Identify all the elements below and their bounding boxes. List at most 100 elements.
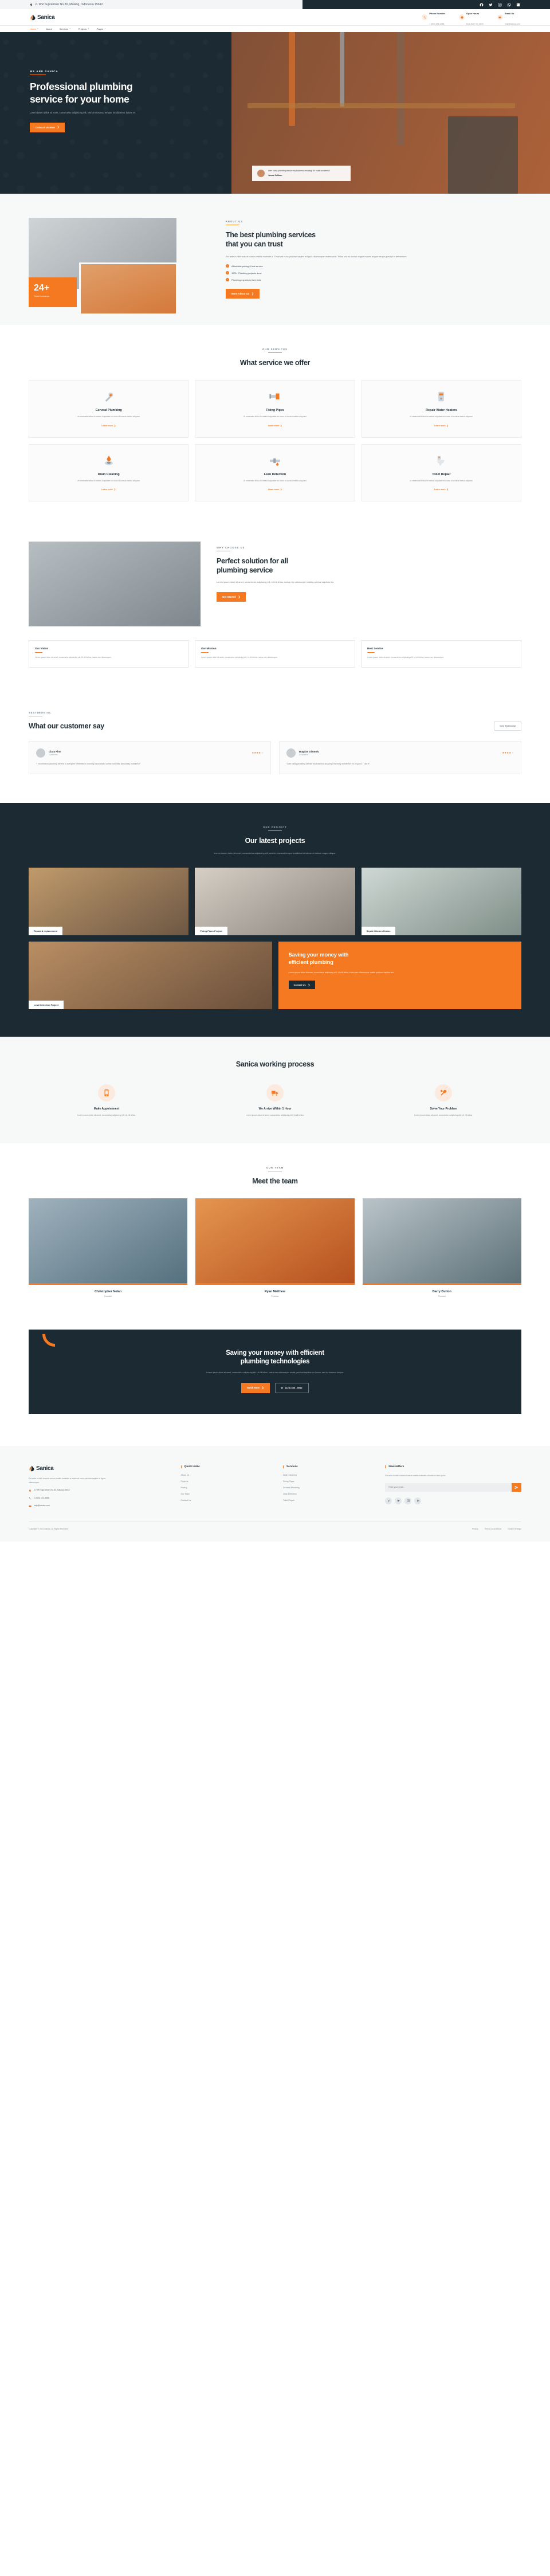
footer-legal-link[interactable]: Cookie Settings <box>508 1528 521 1530</box>
service-card[interactable]: Fixing Pipes Ut venenatis tellus in metu… <box>195 380 355 438</box>
footer-link[interactable]: Contact Us <box>181 1499 272 1501</box>
hero-title: Professional plumbing service for your h… <box>30 80 231 105</box>
member-role: Plumber <box>438 1295 446 1297</box>
step-title: Make Appointment <box>93 1107 120 1111</box>
button-label: (123) 456 - 8912 <box>285 1386 302 1390</box>
service-card[interactable]: General Plumbing Ut venenatis tellus in … <box>29 380 189 438</box>
service-learn-more-link[interactable]: Learn more ❯ <box>101 425 116 427</box>
hero-eyebrow: WE ARE SANICA <box>30 70 58 73</box>
divider <box>201 652 209 653</box>
about-cta-button[interactable]: More About Us ❯ <box>226 289 260 299</box>
footer-link[interactable]: Our Team <box>181 1493 272 1495</box>
footer-link[interactable]: Leak Detection <box>283 1493 374 1495</box>
header-contact-phone[interactable]: Phone Number 1 (800) 898-1288 <box>422 7 445 28</box>
whatsapp-icon[interactable] <box>507 3 511 7</box>
about-eyebrow: ABOUT US <box>226 220 243 223</box>
project-card[interactable]: Repair Kitchen Drains <box>361 868 521 936</box>
avatar <box>257 170 265 177</box>
twitter-icon[interactable] <box>395 1497 402 1504</box>
team-title: Meet the team <box>252 1177 298 1185</box>
toilet-icon <box>370 454 513 468</box>
customer-name: Clara Finn <box>49 750 61 753</box>
nav-label: Services <box>59 28 69 30</box>
card-text: Lorem ipsum dolor sit amet, consectetur … <box>367 656 444 658</box>
project-card[interactable]: Fixing Pipes Project <box>195 868 355 936</box>
droplet-logo-icon <box>29 1465 34 1472</box>
why-cta-button[interactable]: Get Started ❯ <box>217 592 246 602</box>
process-steps: Make Appointment Lorem ipsum dolor sit a… <box>29 1084 521 1117</box>
service-learn-more-link[interactable]: Learn more ❯ <box>434 425 449 427</box>
site-footer: Sanica Est ante in nibh mauris cursus ma… <box>0 1445 550 1542</box>
footer-link[interactable]: Toilet Repair <box>283 1499 374 1501</box>
phone-text: 1 (800) 123-8888 <box>34 1496 49 1499</box>
instagram-icon[interactable] <box>404 1497 412 1504</box>
project-card[interactable]: Repair & replacement <box>29 868 189 936</box>
service-learn-more-link[interactable]: Learn more ❯ <box>434 488 449 491</box>
footer-link[interactable]: Drain Cleaning <box>283 1474 374 1476</box>
footer-address: Jl. WR Supratman No.80, Malang 15612 <box>29 1489 170 1492</box>
projects-grid: Repair & replacement Fixing Pipes Projec… <box>29 868 521 936</box>
newsletter-email-input[interactable] <box>385 1486 512 1488</box>
star-rating: ★★★★ ★ <box>252 751 264 754</box>
header-contact-hours[interactable]: Open Hours Mon-Sat 7:00-19:00 <box>459 7 484 28</box>
facebook-icon[interactable] <box>385 1497 392 1504</box>
about-title: The best plumbing services that you can … <box>226 230 521 249</box>
project-card[interactable]: Leak Detection Project <box>29 942 272 1010</box>
footer-link[interactable]: About Us <box>181 1474 272 1476</box>
address-text: Jl. WR Supratman No.80, Malang, Indonesi… <box>35 3 103 6</box>
service-card[interactable]: Repair Water Heaters Ut venenatis tellus… <box>361 380 521 438</box>
footer-brand-logo[interactable]: Sanica <box>29 1465 170 1472</box>
newsletter-submit-button[interactable] <box>511 1483 521 1492</box>
brand-logo[interactable]: Sanica <box>30 14 55 21</box>
twitter-icon[interactable] <box>489 3 493 7</box>
member-name: Barry Button <box>432 1289 451 1293</box>
about-content: ABOUT US The best plumbing services that… <box>226 218 521 299</box>
service-learn-more-link[interactable]: Learn more ❯ <box>268 425 282 427</box>
service-learn-more-link[interactable]: Learn more ❯ <box>268 488 282 491</box>
cta-phone-button[interactable]: ✆ (123) 456 - 8912 <box>274 1382 309 1393</box>
service-text: Ut venenatis tellus in metus vulputate e… <box>243 415 307 418</box>
footer-link[interactable]: Pricing <box>181 1487 272 1489</box>
instagram-icon[interactable] <box>498 3 502 7</box>
divider <box>367 652 375 653</box>
nav-item-pages[interactable]: Pages ▼ <box>97 28 106 30</box>
nav-item-projects[interactable]: Projects ▼ <box>78 28 89 30</box>
service-card[interactable]: Leak Detection Ut venenatis tellus in me… <box>195 444 355 501</box>
service-card[interactable]: Toilet Repair Ut venenatis tellus in met… <box>361 444 521 501</box>
testimonial-card: Clara Finn Customers ★★★★ ★ "I recommend … <box>29 740 271 775</box>
service-card[interactable]: Drain Cleaning Ut venenatis tellus in me… <box>29 444 189 501</box>
member-photo <box>195 1198 355 1283</box>
cta-title-line2: plumbing technologies <box>240 1358 310 1366</box>
footer-link[interactable]: Fixing Pipes <box>283 1480 374 1483</box>
view-testimonial-button[interactable]: View Testimonial <box>493 721 521 731</box>
linkedin-icon[interactable] <box>516 3 520 7</box>
footer-legal-link[interactable]: Terms & Conditions <box>485 1528 501 1530</box>
testimonial-title: What our customer say <box>29 722 104 730</box>
cta-book-now-button[interactable]: Book Now ❯ <box>241 1382 270 1393</box>
facebook-icon[interactable] <box>480 3 484 7</box>
chevron-down-icon: ▼ <box>37 28 39 30</box>
header-contacts: Phone Number 1 (800) 898-1288 Open Hours… <box>422 7 520 28</box>
nav-item-home[interactable]: Home ▼ <box>30 28 38 30</box>
footer-phone[interactable]: 1 (800) 123-8888 <box>29 1497 170 1500</box>
link-label: Learn more <box>434 488 446 491</box>
promo-cta-button[interactable]: Contact Us ❯ <box>288 981 315 990</box>
contact-title: Email Us <box>504 12 514 15</box>
hero-title-line1: Professional plumbing <box>30 81 133 92</box>
nav-item-about[interactable]: About <box>46 28 52 30</box>
footer-legal-link[interactable]: Privacy <box>472 1528 478 1530</box>
project-caption: Leak Detection Project <box>29 1001 64 1010</box>
divider <box>35 652 42 653</box>
footer-email[interactable]: help@sanica.com <box>29 1504 170 1508</box>
phone-ring-icon <box>98 1084 115 1101</box>
linkedin-icon[interactable] <box>414 1497 422 1504</box>
team-member: Ryan Matthew Plumber <box>195 1198 355 1297</box>
footer-link[interactable]: General Plumbing <box>283 1487 374 1489</box>
pipe-icon <box>203 390 347 403</box>
footer-link[interactable]: Projects <box>181 1480 272 1483</box>
about-paragraph: Est ante in nibh mauris cursus mattis mo… <box>226 254 407 258</box>
nav-item-services[interactable]: Services ▼ <box>60 28 71 30</box>
header-contact-email[interactable]: Email Us help@sanica.com <box>497 7 520 28</box>
hero-cta-button[interactable]: Contact Us Now ❯ <box>30 122 65 132</box>
service-learn-more-link[interactable]: Learn more ❯ <box>101 488 116 491</box>
